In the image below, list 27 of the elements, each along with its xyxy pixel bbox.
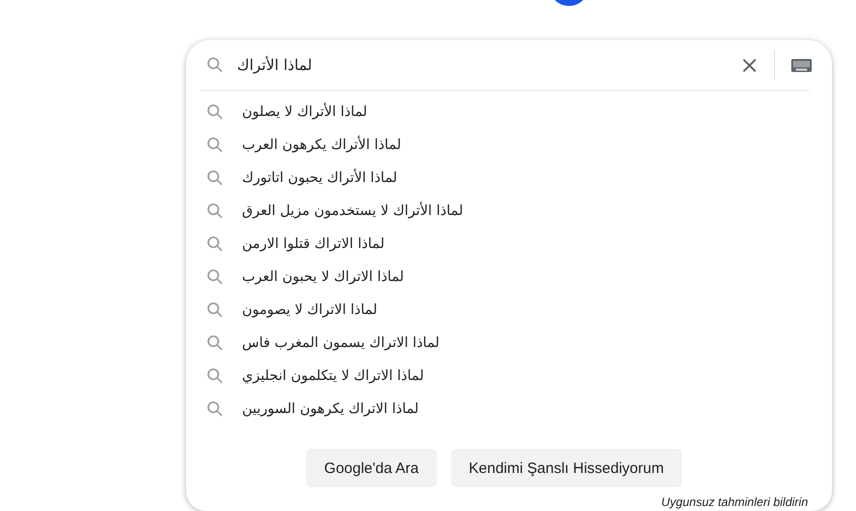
suggestion-item[interactable]: لماذا الاتراك لا يتكلمون انجليزي (242, 368, 424, 384)
search-button[interactable]: Google'da Ara (306, 449, 437, 487)
search-icon (205, 332, 225, 352)
suggestion-item[interactable]: لماذا الأتراك لا يستخدمون مزيل العرق (242, 202, 464, 218)
search-field[interactable]: لماذا الأتراك (237, 56, 437, 74)
lucky-button[interactable]: Kendimi Şanslı Hissediyorum (450, 449, 682, 487)
search-icon (205, 266, 225, 286)
suggestion-item[interactable]: لماذا الاتراك قتلوا الارمن (242, 236, 384, 252)
search-icon (205, 398, 225, 418)
suggestion-item[interactable]: لماذا الاتراك لا يحبون العرب (242, 268, 404, 284)
suggestion-item[interactable]: لماذا الاتراك لا يصومون (242, 302, 378, 318)
search-icon (205, 234, 225, 254)
search-icon (205, 366, 225, 386)
search-icon (205, 134, 225, 154)
suggestion-item[interactable]: لماذا الاتراك يسمون المغرب فاس (242, 334, 440, 350)
suggestion-item[interactable]: لماذا الأتراك يكرهون العرب (242, 136, 402, 152)
close-icon[interactable] (741, 56, 758, 74)
search-icon (205, 168, 225, 188)
search-icon (205, 55, 225, 75)
search-icon (205, 300, 225, 320)
suggestion-item[interactable]: لماذا الاتراك يكرهون السوريين (242, 400, 419, 416)
suggestion-item[interactable]: لماذا الأتراك يحبون اتاتورك (242, 170, 398, 186)
search-icon (205, 200, 225, 220)
report-link[interactable]: Uygunsuz tahminleri bildirin (661, 495, 808, 509)
suggestion-item[interactable]: لماذا الأتراك لا يصلون (242, 104, 368, 120)
keyboard-icon[interactable] (791, 58, 812, 72)
search-icon (205, 102, 225, 122)
